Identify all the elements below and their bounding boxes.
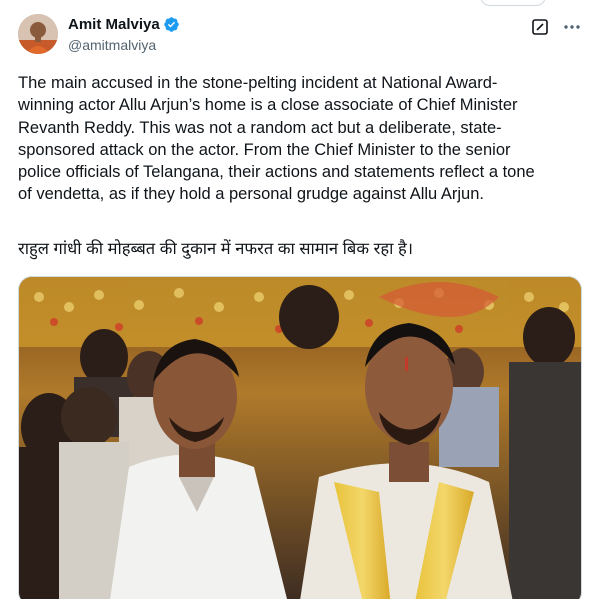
author-name-row: Amit Malviya [68, 16, 180, 33]
grok-icon[interactable] [530, 17, 550, 37]
follow-button[interactable] [480, 0, 546, 6]
author-display-name[interactable]: Amit Malviya [68, 16, 160, 33]
tweet-text: The main accused in the stone-pelting in… [18, 74, 535, 204]
tweet-header: Amit Malviya @amitmalviya [18, 12, 582, 56]
tweet-photo[interactable] [18, 276, 582, 599]
author-handle[interactable]: @amitmalviya [68, 37, 156, 53]
header-actions [530, 17, 582, 37]
more-icon[interactable] [562, 17, 582, 37]
verified-badge-icon [163, 16, 180, 33]
tweet-text-hindi: राहुल गांधी की मोहब्बत की दुकान में नफरत… [18, 240, 413, 258]
top-edge [0, 0, 598, 6]
avatar[interactable] [18, 14, 58, 54]
